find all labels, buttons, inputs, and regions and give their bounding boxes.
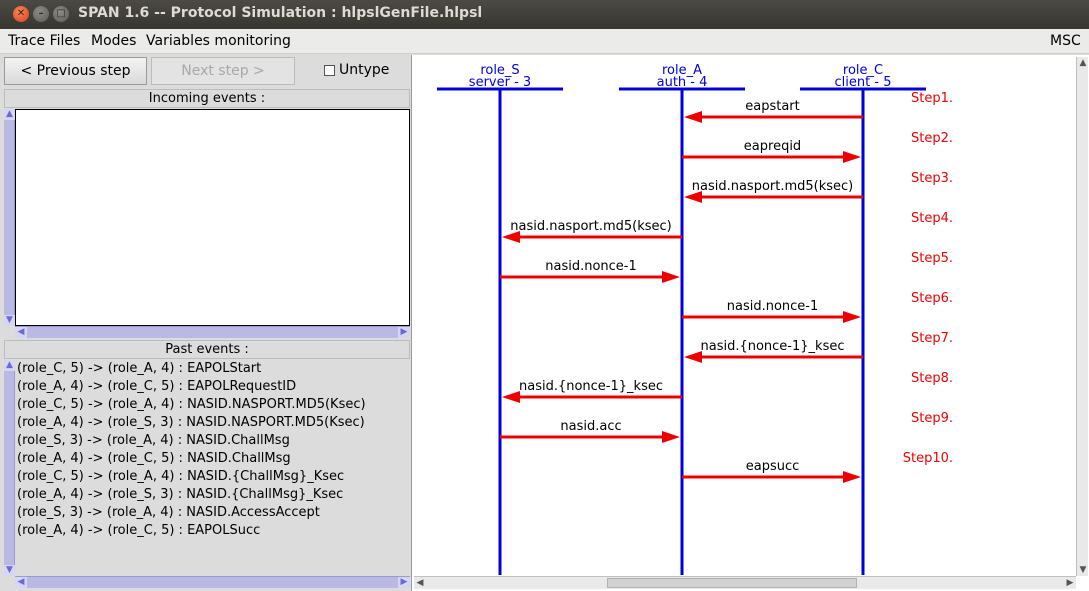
msc-diagram-panel: role_S server - 3 role_A auth - 4 role_C clie… <box>411 55 1089 591</box>
step-label: Step2. <box>911 131 953 146</box>
scroll-down-icon[interactable]: ▼ <box>4 315 15 326</box>
menu-modes[interactable]: Modes <box>91 33 136 49</box>
past-event-item[interactable]: (role_A, 4) -> (role_S, 3) : NASID.NASPO… <box>15 414 410 432</box>
scroll-up-icon[interactable]: ▲ <box>4 360 15 371</box>
past-event-item[interactable]: (role_A, 4) -> (role_S, 3) : NASID.{Chal… <box>15 486 410 504</box>
close-window-button[interactable]: ✕ <box>13 6 29 22</box>
message-label: nasid.nonce-1 <box>545 259 637 274</box>
message-label: nasid.{nonce-1}_ksec <box>700 339 844 354</box>
past-event-item[interactable]: (role_C, 5) -> (role_A, 4) : NASID.NASPO… <box>15 396 410 414</box>
past-event-item[interactable]: (role_A, 4) -> (role_C, 5) : EAPOLReques… <box>15 378 410 396</box>
past-event-item[interactable]: (role_S, 3) -> (role_A, 4) : NASID.Acces… <box>15 504 410 522</box>
arrowhead-icon <box>843 151 861 163</box>
message-label: nasid.nasport.md5(ksec) <box>692 179 854 194</box>
arrowhead-icon <box>662 271 680 283</box>
incoming-events-list[interactable] <box>15 109 410 326</box>
scroll-up-icon[interactable]: ▲ <box>1077 57 1089 69</box>
incoming-events-label: Incoming events : <box>4 89 410 108</box>
past-events-list[interactable]: (role_C, 5) -> (role_A, 4) : EAPOLStart … <box>15 360 410 576</box>
past-event-item[interactable]: (role_A, 4) -> (role_C, 5) : NASID.Chall… <box>15 450 410 468</box>
message-label: eapstart <box>745 99 800 114</box>
menu-trace-files[interactable]: Trace Files <box>8 33 80 49</box>
next-step-button[interactable]: Next step > <box>151 57 295 85</box>
scroll-left-icon[interactable]: ◀ <box>414 577 426 589</box>
scroll-up-icon[interactable]: ▲ <box>4 109 15 120</box>
step-label: Step8. <box>911 371 953 386</box>
step-label: Step3. <box>911 171 953 186</box>
arrowhead-icon <box>684 111 702 123</box>
msc-horizontal-scrollbar[interactable]: ◀ ▶ <box>414 576 1076 589</box>
message-label: nasid.acc <box>560 419 621 434</box>
incoming-vertical-scrollbar[interactable]: ▲ ▼ <box>4 109 15 326</box>
arrowhead-icon <box>843 311 861 323</box>
untype-label: Untype <box>339 62 390 78</box>
scroll-right-icon[interactable]: ▶ <box>398 577 410 588</box>
past-vertical-scrollbar[interactable]: ▲ ▼ <box>4 360 15 576</box>
past-event-item[interactable]: (role_C, 5) -> (role_A, 4) : NASID.{Chal… <box>15 468 410 486</box>
scroll-down-icon[interactable]: ▼ <box>4 565 15 576</box>
scroll-right-icon[interactable]: ▶ <box>398 327 410 338</box>
step-label: Step7. <box>911 331 953 346</box>
scroll-left-icon[interactable]: ◀ <box>15 327 27 338</box>
window-title: SPAN 1.6 -- Protocol Simulation : hlpslG… <box>78 5 483 21</box>
menu-variables-monitoring[interactable]: Variables monitoring <box>146 33 291 49</box>
menu-msc[interactable]: MSC <box>1050 33 1081 49</box>
previous-step-button[interactable]: < Previous step <box>4 57 147 85</box>
message-label: eapsucc <box>746 459 800 474</box>
menu-bar: Trace Files Modes Variables monitoring M… <box>0 29 1089 54</box>
step-label: Step5. <box>911 251 953 266</box>
message-label: nasid.nonce-1 <box>727 299 819 314</box>
step-label: Step1. <box>911 91 953 106</box>
events-panel: < Previous step Next step > Untype Incom… <box>0 55 411 591</box>
incoming-horizontal-scrollbar[interactable]: ◀ ▶ <box>15 326 410 338</box>
scroll-down-icon[interactable]: ▼ <box>1077 564 1089 576</box>
title-bar: ✕ – □ SPAN 1.6 -- Protocol Simulation : … <box>0 0 1089 29</box>
arrowhead-icon <box>662 431 680 443</box>
untype-checkbox[interactable] <box>324 65 335 76</box>
msc-vertical-scrollbar[interactable]: ▲ ▼ <box>1076 57 1088 576</box>
arrowhead-icon <box>684 351 702 363</box>
arrowhead-icon <box>843 471 861 483</box>
step-label: Step10. <box>903 451 953 466</box>
scroll-left-icon[interactable]: ◀ <box>15 577 27 588</box>
step-label: Step9. <box>911 411 953 426</box>
message-label: eapreqid <box>744 139 801 154</box>
past-event-item[interactable]: (role_A, 4) -> (role_C, 5) : EAPOLSucc <box>15 522 410 540</box>
message-label: nasid.nasport.md5(ksec) <box>510 219 672 234</box>
past-events-label: Past events : <box>4 340 410 359</box>
arrowhead-icon <box>502 391 520 403</box>
past-event-item[interactable]: (role_C, 5) -> (role_A, 4) : EAPOLStart <box>15 360 410 378</box>
past-event-item[interactable]: (role_S, 3) -> (role_A, 4) : NASID.Chall… <box>15 432 410 450</box>
minimize-window-button[interactable]: – <box>33 6 49 22</box>
step-label: Step6. <box>911 291 953 306</box>
maximize-window-button[interactable]: □ <box>53 6 69 22</box>
message-sequence-chart: role_Sserver - 3role_Aauth - 4role_Cclie… <box>437 63 953 575</box>
scroll-right-icon[interactable]: ▶ <box>1064 577 1076 589</box>
message-label: nasid.{nonce-1}_ksec <box>519 379 663 394</box>
scrollbar-thumb[interactable] <box>607 578 857 588</box>
step-label: Step4. <box>911 211 953 226</box>
past-horizontal-scrollbar[interactable]: ◀ ▶ <box>15 576 410 588</box>
